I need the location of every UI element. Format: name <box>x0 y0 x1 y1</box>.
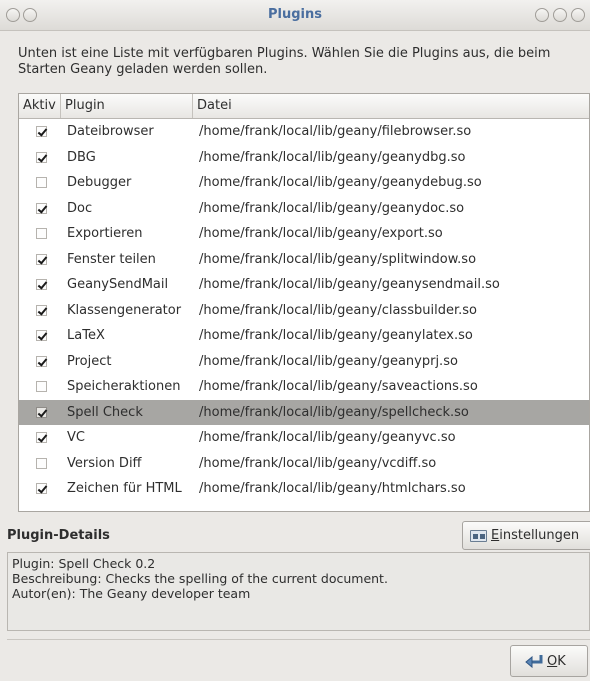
title-bar: Plugins <box>0 0 590 31</box>
plugin-file: /home/frank/local/lib/geany/geanyvc.so <box>199 430 456 445</box>
plugin-file: /home/frank/local/lib/geany/htmlchars.so <box>199 481 466 496</box>
plugin-name: Spell Check <box>67 404 143 420</box>
details-plugin-line: Plugin: Spell Check 0.2 <box>12 556 156 571</box>
plugin-file: /home/frank/local/lib/geany/geanylatex.s… <box>199 328 473 343</box>
plugin-name: Klassengenerator <box>67 302 182 318</box>
active-checkbox[interactable] <box>36 253 47 265</box>
window-title: Plugins <box>268 7 322 22</box>
maximize-icon[interactable] <box>553 8 567 22</box>
ok-button-label: OK <box>547 654 566 669</box>
column-header-aktiv[interactable]: Aktiv <box>19 94 61 118</box>
plugin-details-box: Plugin: Spell Check 0.2 Beschreibung: Ch… <box>7 552 590 631</box>
plugin-name: Dateibrowser <box>67 124 154 139</box>
details-author-line: Autor(en): The Geany developer team <box>12 586 251 601</box>
plugin-name: Exportieren <box>67 226 143 241</box>
table-row[interactable]: Spell Check/home/frank/local/lib/geany/s… <box>19 399 589 425</box>
plugin-file: /home/frank/local/lib/geany/filebrowser.… <box>199 124 472 139</box>
active-checkbox[interactable] <box>36 228 47 239</box>
active-checkbox[interactable] <box>36 330 47 341</box>
table-row[interactable]: Zeichen für HTML/home/frank/local/lib/ge… <box>19 476 589 502</box>
plugin-file: /home/frank/local/lib/geany/geanydoc.so <box>199 200 465 216</box>
ok-button[interactable]: OK <box>510 645 588 677</box>
plugin-name: Speicheraktionen <box>67 379 181 394</box>
table-row[interactable]: LaTeX/home/frank/local/lib/geany/geanyla… <box>19 323 589 349</box>
active-checkbox[interactable] <box>36 151 47 163</box>
active-checkbox[interactable] <box>36 406 47 418</box>
table-row[interactable]: Klassengenerator/home/frank/local/lib/ge… <box>19 298 589 324</box>
plugin-details-label: Plugin-Details <box>7 528 110 543</box>
divider <box>7 639 590 640</box>
settings-button[interactable]: Einstellungen <box>462 521 590 550</box>
plugin-name: LaTeX <box>67 328 105 343</box>
plugin-file: /home/frank/local/lib/geany/classbuilder… <box>199 302 477 318</box>
active-checkbox[interactable] <box>36 432 47 443</box>
plugin-table[interactable]: Aktiv Plugin Datei Dateibrowser/home/fra… <box>18 93 590 512</box>
active-checkbox[interactable] <box>36 355 47 367</box>
active-checkbox[interactable] <box>36 177 47 188</box>
active-checkbox[interactable] <box>36 304 47 316</box>
table-row[interactable]: Fenster teilen/home/frank/local/lib/gean… <box>19 247 589 273</box>
plugin-name: VC <box>67 430 85 445</box>
ok-icon <box>525 655 543 669</box>
table-row[interactable]: Exportieren/home/frank/local/lib/geany/e… <box>19 221 589 247</box>
plugin-name: Doc <box>67 200 93 216</box>
active-checkbox[interactable] <box>36 202 47 214</box>
plugin-name: Zeichen für HTML <box>67 481 182 496</box>
plugin-file: /home/frank/local/lib/geany/geanydebug.s… <box>199 175 482 190</box>
intro-text: Unten ist eine Liste mit verfügbaren Plu… <box>18 46 551 77</box>
minimize-icon[interactable] <box>535 8 549 22</box>
table-row[interactable]: Debugger/home/frank/local/lib/geany/gean… <box>19 170 589 196</box>
settings-button-label: Einstellungen <box>491 528 580 543</box>
active-checkbox[interactable] <box>36 381 47 392</box>
plugin-file: /home/frank/local/lib/geany/vcdiff.so <box>199 455 437 471</box>
table-row[interactable]: VC/home/frank/local/lib/geany/geanyvc.so <box>19 425 589 451</box>
column-header-plugin[interactable]: Plugin <box>61 94 193 118</box>
table-header: Aktiv Plugin Datei <box>19 94 589 119</box>
plugin-name: Fenster teilen <box>67 251 156 267</box>
plugin-file: /home/frank/local/lib/geany/geanysendmai… <box>199 277 500 292</box>
settings-icon <box>470 530 487 542</box>
plugin-file: /home/frank/local/lib/geany/spellcheck.s… <box>199 404 469 420</box>
active-checkbox[interactable] <box>36 126 47 137</box>
active-checkbox[interactable] <box>36 457 47 469</box>
column-header-datei[interactable]: Datei <box>193 94 589 118</box>
plugin-name: Debugger <box>67 175 132 190</box>
plugin-file: /home/frank/local/lib/geany/geanyprj.so <box>199 353 458 369</box>
table-row[interactable]: GeanySendMail/home/frank/local/lib/geany… <box>19 272 589 298</box>
table-row[interactable]: Speicheraktionen/home/frank/local/lib/ge… <box>19 374 589 400</box>
table-row[interactable]: Doc/home/frank/local/lib/geany/geanydoc.… <box>19 196 589 222</box>
table-row[interactable]: Dateibrowser/home/frank/local/lib/geany/… <box>19 119 589 145</box>
details-description-line: Beschreibung: Checks the spelling of the… <box>12 571 388 586</box>
plugin-file: /home/frank/local/lib/geany/geanydbg.so <box>199 149 466 165</box>
plugin-file: /home/frank/local/lib/geany/export.so <box>199 226 443 241</box>
plugin-name: DBG <box>67 149 96 165</box>
plugin-name: GeanySendMail <box>67 277 169 292</box>
plugin-name: Version Diff <box>67 455 142 471</box>
plugin-name: Project <box>67 353 112 369</box>
table-row[interactable]: DBG/home/frank/local/lib/geany/geanydbg.… <box>19 145 589 171</box>
active-checkbox[interactable] <box>36 279 47 290</box>
close-icon[interactable] <box>571 8 585 22</box>
table-row[interactable]: Version Diff/home/frank/local/lib/geany/… <box>19 451 589 477</box>
plugin-file: /home/frank/local/lib/geany/splitwindow.… <box>199 251 477 267</box>
active-checkbox[interactable] <box>36 483 47 494</box>
plugin-file: /home/frank/local/lib/geany/saveactions.… <box>199 379 478 394</box>
table-row[interactable]: Project/home/frank/local/lib/geany/geany… <box>19 349 589 375</box>
